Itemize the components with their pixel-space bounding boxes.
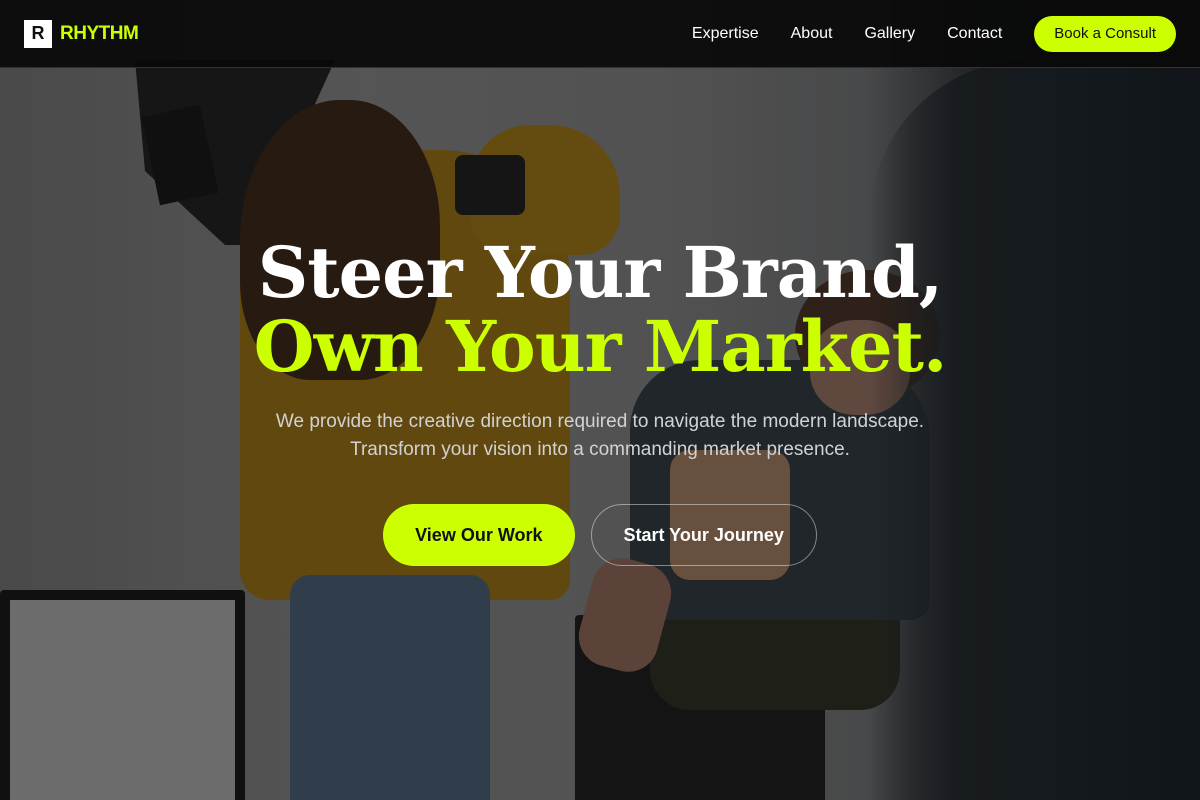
- hero-content: Steer Your Brand, Own Your Market. We pr…: [0, 236, 1200, 566]
- start-your-journey-button[interactable]: Start Your Journey: [590, 504, 817, 566]
- brand-logo[interactable]: R RHYTHM: [24, 19, 139, 48]
- nav-links: Expertise About Gallery Contact Book a C…: [660, 15, 1176, 52]
- view-our-work-button[interactable]: View Our Work: [383, 504, 575, 566]
- logo-mark: R: [24, 19, 52, 48]
- nav-link-expertise[interactable]: Expertise: [692, 25, 759, 43]
- nav-link-contact[interactable]: Contact: [947, 25, 1002, 43]
- top-navbar: R RHYTHM Expertise About Gallery Contact…: [0, 0, 1200, 68]
- hero-subtext: We provide the creative direction requir…: [275, 411, 925, 460]
- book-consult-button[interactable]: Book a Consult: [1034, 15, 1176, 52]
- hero-headline-line1: Steer Your Brand,: [257, 231, 944, 314]
- hero-headline-line2: Own Your Market.: [253, 305, 948, 388]
- hero-cta-row: View Our Work Start Your Journey: [0, 504, 1200, 566]
- nav-link-gallery[interactable]: Gallery: [864, 25, 915, 43]
- nav-link-about[interactable]: About: [791, 25, 833, 43]
- brand-name: RHYTHM: [60, 22, 139, 44]
